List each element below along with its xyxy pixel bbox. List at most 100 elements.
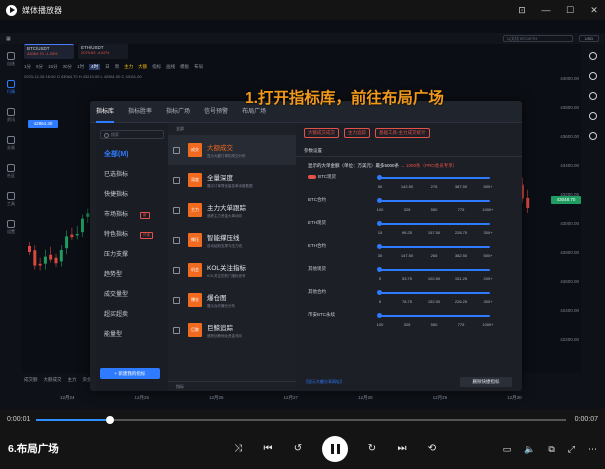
threshold-slider-handle[interactable] (377, 267, 382, 272)
modal-tab[interactable]: 指标库 (96, 101, 115, 123)
pin-icon[interactable]: ⊡ (517, 5, 527, 16)
modal-tab[interactable]: 指标广场 (166, 101, 190, 123)
toolbar-item[interactable]: 大额 (138, 64, 147, 70)
symbol-tab[interactable]: BTC/USDT 43064.70 -1.45% (24, 44, 74, 59)
threshold-slider[interactable] (378, 269, 490, 271)
forward-30-icon[interactable]: ↻ (366, 443, 378, 455)
share-link[interactable]: 【显示大额分享网址】 (304, 379, 344, 385)
seek-handle[interactable] (106, 416, 115, 424)
indicator-checkbox[interactable] (173, 176, 180, 184)
indicator-checkbox[interactable] (173, 266, 180, 274)
trade-list-icon[interactable] (589, 112, 597, 120)
news-icon[interactable] (589, 132, 597, 140)
subtitles-icon[interactable]: ▭ (503, 444, 512, 455)
threshold-slider[interactable] (378, 246, 490, 248)
pause-button[interactable] (322, 436, 348, 462)
bottom-tab[interactable]: 成交额 (24, 377, 38, 383)
toolbar-item[interactable]: 30分 (63, 64, 73, 70)
symbol-tab[interactable]: ETH/USDT 2079.83 -4.62% (78, 44, 128, 59)
rail-item[interactable]: 社区 (7, 164, 15, 179)
toolbar-item[interactable]: 布局 (194, 64, 203, 70)
pro-upgrade-link[interactable]: → 1000条（PRO会员专享） (400, 163, 457, 168)
category-item[interactable]: 特色指标 只读 (96, 225, 168, 245)
indicator-checkbox[interactable] (173, 296, 180, 304)
bottom-tab[interactable]: 主力 (68, 377, 77, 383)
rail-item[interactable]: 交易 (7, 136, 15, 151)
indicator-item[interactable]: 深度 全量深度 展示订单簿全量挂单深度数据 (168, 165, 296, 195)
toolbar-item[interactable]: 模板 (180, 64, 189, 70)
toolbar-item[interactable]: 画线 (166, 64, 175, 70)
threshold-slider[interactable] (378, 315, 490, 317)
category-item[interactable]: 超买超卖 (96, 305, 168, 325)
currency-select[interactable]: USD (579, 35, 599, 42)
layout-icon[interactable] (589, 52, 597, 60)
indicator-item[interactable]: 机会 KOL关注指标 KOL关注的热门指标信号 (168, 255, 296, 285)
shuffle-icon[interactable]: ⤨ (232, 443, 244, 455)
settings-chip[interactable]: 主力追踪 (344, 128, 370, 138)
cast-icon[interactable]: ⧉ (548, 444, 554, 455)
bottom-tab[interactable]: 大额成交 (44, 377, 62, 383)
more-options-icon[interactable]: ⋯ (588, 444, 597, 455)
threshold-slider-handle[interactable] (377, 290, 382, 295)
category-item[interactable]: 趋势型 (96, 265, 168, 285)
settings-chip[interactable]: 大额成交成交 (304, 128, 339, 138)
next-icon[interactable]: ⏭ (396, 443, 408, 455)
close-icon[interactable]: ✕ (589, 5, 599, 16)
toolbar-item[interactable]: 5分 (36, 64, 43, 70)
maximize-icon[interactable]: ☐ (565, 5, 575, 16)
indicator-item[interactable]: 巨鲸 巨鲸追踪 追踪巨鲸地址资金流向 (168, 315, 296, 345)
modal-tab[interactable]: 指标胜率 (128, 101, 152, 123)
category-item[interactable]: 成交量型 (96, 285, 168, 305)
indicator-checkbox[interactable] (173, 236, 180, 244)
category-item[interactable]: 压力支撑 (96, 245, 168, 265)
threshold-slider-handle[interactable] (377, 198, 382, 203)
settings-chip[interactable]: 基础工具-主力成交统计 (375, 128, 430, 138)
rail-item[interactable]: 设置 (7, 220, 15, 235)
indicator-item[interactable]: 爆仓 爆仓图 展示合约爆仓分布 (168, 285, 296, 315)
toolbar-item[interactable]: 15分 (48, 64, 58, 70)
toolbar-item[interactable]: 指标 (152, 64, 161, 70)
threshold-slider[interactable] (378, 223, 490, 225)
toolbar-item[interactable]: 主力 (124, 64, 133, 70)
rail-item[interactable]: 工具 (7, 192, 15, 207)
category-item[interactable]: 已选指标 (96, 165, 168, 185)
toolbar-item[interactable]: 4时 (89, 64, 101, 70)
volume-icon[interactable]: 🔈 (524, 444, 535, 455)
toolbar-item[interactable]: 1时 (77, 64, 84, 70)
toolbar-item[interactable]: 1分 (24, 64, 31, 70)
remove-shortcut-button[interactable]: 删除快捷指标 (460, 377, 512, 387)
category-item[interactable]: 能量型 (96, 325, 168, 345)
indicator-checkbox[interactable] (173, 326, 180, 334)
modal-tab[interactable]: 信号预警 (204, 101, 228, 123)
seek-bar[interactable] (36, 416, 566, 424)
category-item[interactable]: 全部(M) (96, 145, 168, 165)
repeat-icon[interactable]: ⟲ (426, 443, 438, 455)
threshold-slider-handle[interactable] (377, 221, 382, 226)
rail-item[interactable]: 资讯 (7, 108, 15, 123)
previous-icon[interactable]: ⏮ (262, 443, 274, 455)
category-item[interactable]: 快捷指标 (96, 185, 168, 205)
category-item[interactable]: 市场指标 新 (96, 205, 168, 225)
threshold-slider-handle[interactable] (377, 313, 382, 318)
indicator-item[interactable]: 成交 大额成交 显示大额订单的成交分布 (168, 135, 296, 165)
threshold-slider[interactable] (378, 292, 490, 294)
threshold-slider[interactable] (378, 177, 490, 179)
threshold-slider-handle[interactable] (377, 244, 382, 249)
minimize-icon[interactable]: — (541, 5, 551, 16)
toolbar-item[interactable]: 日 (105, 64, 110, 70)
threshold-slider[interactable] (378, 200, 490, 202)
rewind-10-icon[interactable]: ↺ (292, 443, 304, 455)
indicator-item[interactable]: 主力 主力大单跟踪 追踪主力资金大单动向 (168, 195, 296, 225)
video-frame[interactable]: ▦ 以太坊 BTC/ETH USD BTC/USDT 43064.70 -1.4… (0, 20, 605, 409)
indicator-checkbox[interactable] (173, 206, 180, 214)
toolbar-item[interactable]: 周 (115, 64, 120, 70)
category-search-input[interactable]: 搜索 (100, 130, 164, 139)
rail-item[interactable]: 行情 (7, 80, 15, 95)
threshold-slider-handle[interactable] (377, 175, 382, 180)
symbol-search[interactable]: 以太坊 BTC/ETH (503, 35, 573, 42)
fullscreen-icon[interactable]: ⤢ (568, 444, 575, 455)
alert-icon[interactable] (589, 72, 597, 80)
indicator-item[interactable]: 撑压 智能撑压线 自动绘制支撑与压力线 (168, 225, 296, 255)
indicator-checkbox[interactable] (173, 146, 180, 154)
add-indicator-button[interactable]: + 新建我的指标 (100, 368, 160, 379)
